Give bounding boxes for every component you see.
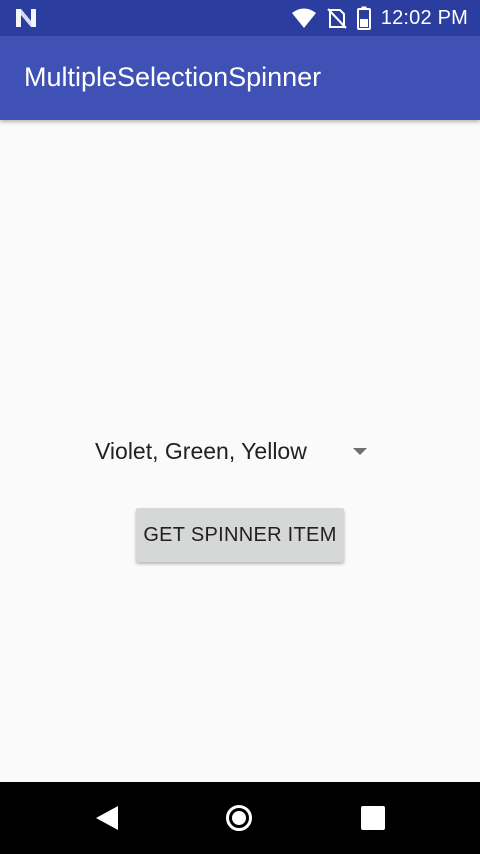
back-icon [96,806,118,830]
spinner-selected-text: Violet, Green, Yellow [95,438,307,464]
status-time: 12:02 PM [380,6,468,29]
multi-selection-spinner[interactable]: Violet, Green, Yellow [84,424,380,480]
recents-button[interactable] [355,800,391,836]
status-bar: 12:02 PM [0,0,480,36]
navigation-bar [0,782,480,854]
android-n-icon [16,9,36,27]
status-icons: 12:02 PM [291,0,468,36]
wifi-icon [291,8,316,28]
app-bar: MultipleSelectionSpinner [0,36,480,120]
no-sim-icon [327,8,347,29]
home-button[interactable] [221,800,257,836]
get-spinner-item-label: GET SPINNER ITEM [143,523,337,546]
back-button[interactable] [89,800,125,836]
get-spinner-item-button[interactable]: GET SPINNER ITEM [136,508,344,562]
battery-icon [356,6,371,30]
app-screen: 12:02 PM MultipleSelectionSpinner Violet… [0,0,480,854]
home-icon [226,805,252,831]
app-title: MultipleSelectionSpinner [24,62,322,92]
recents-icon [361,806,385,830]
dropdown-arrow-icon [353,448,367,455]
